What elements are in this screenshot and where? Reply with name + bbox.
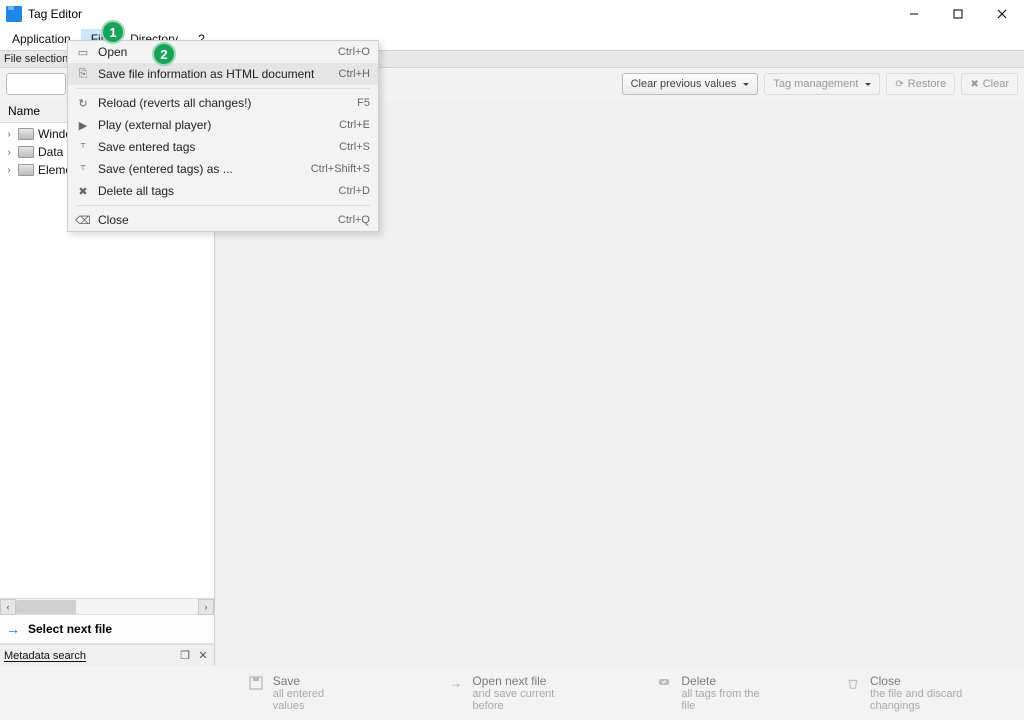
menu-item-shortcut: Ctrl+D: [339, 185, 370, 197]
menu-item-label: Reload (reverts all changes!): [92, 96, 357, 110]
menu-item-shortcut: Ctrl+E: [339, 119, 370, 131]
menu-item-label: Close: [92, 213, 338, 227]
titlebar: Tag Editor: [0, 0, 1024, 28]
cmd-save-sub: all entered values: [273, 688, 357, 712]
save-icon: ⸆: [74, 140, 92, 155]
chevron-right-icon[interactable]: ›: [4, 147, 14, 158]
menu-item-play[interactable]: ▶ Play (external player) Ctrl+E: [68, 114, 378, 136]
menu-item-label: Save file information as HTML document: [92, 67, 339, 81]
clear-previous-values-button[interactable]: Clear previous values: [622, 73, 759, 95]
arrow-right-icon: →: [6, 621, 20, 637]
tag-management-button[interactable]: Tag management: [764, 73, 880, 95]
restore-label: Restore: [908, 78, 947, 90]
cmd-delete-sub: all tags from the file: [681, 688, 774, 712]
menu-item-shortcut: Ctrl+O: [338, 46, 370, 58]
cmd-delete[interactable]: Delete all tags from the file: [656, 674, 775, 712]
scroll-right-button[interactable]: ›: [198, 599, 214, 615]
restore-button[interactable]: ⟳ Restore: [886, 73, 955, 95]
minimize-button[interactable]: [892, 0, 936, 28]
menu-item-shortcut: Ctrl+H: [339, 68, 370, 80]
scroll-thumb[interactable]: [16, 600, 76, 614]
close-window-button[interactable]: [980, 0, 1024, 28]
menu-item-reload[interactable]: ↻ Reload (reverts all changes!) F5: [68, 92, 378, 114]
tag-management-label: Tag management: [773, 78, 858, 90]
clear-icon: ✖: [970, 79, 978, 90]
menu-item-shortcut: Ctrl+Q: [338, 214, 370, 226]
menu-item-shortcut: Ctrl+Shift+S: [311, 163, 370, 175]
close-icon[interactable]: ✕: [196, 649, 210, 662]
callout-2: 2: [152, 42, 176, 66]
cmd-close-sub: the file and discard changings: [870, 688, 1012, 712]
menu-item-label: Delete all tags: [92, 184, 339, 198]
saveas-icon: ⸆: [74, 162, 92, 177]
horizontal-scrollbar[interactable]: ‹ ›: [0, 598, 214, 614]
metadata-search-bar: Metadata search ❐ ✕: [0, 644, 214, 666]
select-next-file-label: Select next file: [28, 622, 112, 636]
cmd-delete-title: Delete: [681, 674, 774, 688]
menu-item-label: Open: [92, 45, 338, 59]
restore-icon: ⟳: [895, 79, 903, 90]
arrow-right-icon: →: [447, 674, 465, 692]
detach-icon[interactable]: ❐: [178, 649, 192, 662]
play-icon: ▶: [74, 119, 92, 132]
cmd-opennext-title: Open next file: [472, 674, 585, 688]
menu-item-label: Play (external player): [92, 118, 339, 132]
cmd-opennext-sub: and save current before: [472, 688, 585, 712]
clear-button[interactable]: ✖ Clear: [961, 73, 1018, 95]
delete-icon: ✖: [74, 185, 92, 198]
file-menu-dropdown: ▭ Open Ctrl+O ⎘ Save file information as…: [67, 40, 379, 232]
menu-item-delete-tags[interactable]: ✖ Delete all tags Ctrl+D: [68, 180, 378, 202]
menu-item-save-tags-as[interactable]: ⸆ Save (entered tags) as ... Ctrl+Shift+…: [68, 158, 378, 180]
trash-icon: [844, 674, 862, 692]
scroll-left-button[interactable]: ‹: [0, 599, 16, 615]
menu-item-shortcut: Ctrl+S: [339, 141, 370, 153]
menu-separator: [76, 205, 370, 206]
menu-item-open[interactable]: ▭ Open Ctrl+O: [68, 41, 378, 63]
menu-item-close[interactable]: ⌫ Close Ctrl+Q: [68, 209, 378, 231]
maximize-button[interactable]: [936, 0, 980, 28]
chevron-right-icon[interactable]: ›: [4, 165, 14, 176]
drive-icon: [18, 164, 34, 176]
chevron-right-icon[interactable]: ›: [4, 129, 14, 140]
menu-item-label: Save entered tags: [92, 140, 339, 154]
tree-row-label: Data (: [38, 145, 71, 159]
path-input[interactable]: [6, 73, 66, 95]
window-title: Tag Editor: [28, 7, 82, 21]
select-next-file[interactable]: → Select next file: [0, 614, 214, 644]
menu-item-save-tags[interactable]: ⸆ Save entered tags Ctrl+S: [68, 136, 378, 158]
open-icon: ▭: [74, 46, 92, 59]
clear-label: Clear: [983, 78, 1009, 90]
window-controls: [892, 0, 1024, 28]
cmd-close-title: Close: [870, 674, 1012, 688]
save-icon: [247, 674, 265, 692]
delete-icon: [656, 674, 674, 692]
callout-1: 1: [101, 20, 125, 44]
cmd-close[interactable]: Close the file and discard changings: [844, 674, 1012, 712]
cmd-open-next[interactable]: → Open next file and save current before: [447, 674, 586, 712]
bottom-command-bar: Save all entered values → Open next file…: [0, 666, 1024, 720]
clear-previous-label: Clear previous values: [631, 78, 737, 90]
html-icon: ⎘: [74, 68, 92, 81]
app-icon: [6, 6, 22, 22]
cmd-save-title: Save: [273, 674, 357, 688]
drive-icon: [18, 128, 34, 140]
close-icon: ⌫: [74, 214, 92, 227]
menu-item-shortcut: F5: [357, 97, 370, 109]
menu-item-label: Save (entered tags) as ...: [92, 162, 311, 176]
metadata-search-label[interactable]: Metadata search: [4, 650, 86, 662]
drive-icon: [18, 146, 34, 158]
menu-separator: [76, 88, 370, 89]
menu-item-save-html[interactable]: ⎘ Save file information as HTML document…: [68, 63, 378, 85]
cmd-save[interactable]: Save all entered values: [247, 674, 357, 712]
reload-icon: ↻: [74, 97, 92, 110]
